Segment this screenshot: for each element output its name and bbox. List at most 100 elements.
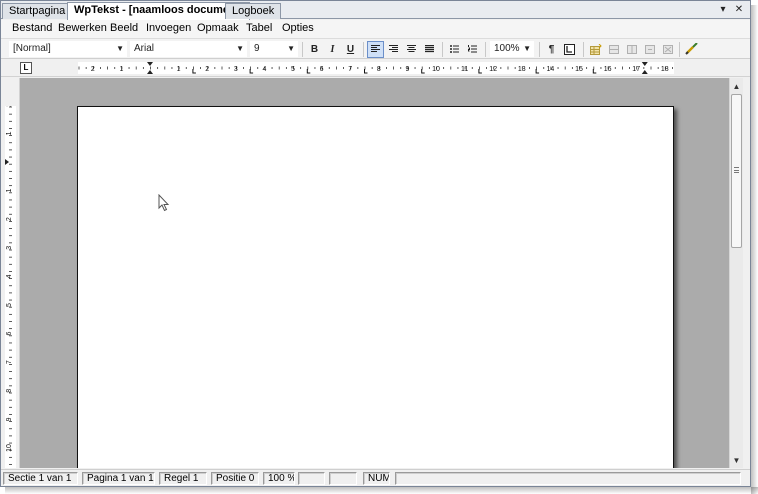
show-formatting-button[interactable]: ¶: [543, 41, 560, 58]
menu-tabel[interactable]: Tabel: [246, 22, 272, 34]
ruler-number: 1: [6, 189, 13, 193]
justify-button[interactable]: [421, 41, 438, 58]
format-painter-button[interactable]: [683, 41, 700, 58]
toolbar-separator: [485, 42, 486, 57]
font-size-combo[interactable]: 9 ▼: [250, 41, 298, 57]
chevron-down-icon[interactable]: ▼: [287, 42, 295, 56]
style-combo-value: [Normal]: [13, 43, 51, 54]
right-indent-icon[interactable]: [641, 70, 648, 74]
menu-bar: Bestand Bewerken Beeld Invoegen Opmaak T…: [1, 20, 750, 38]
font-combo[interactable]: Arial ▼: [130, 41, 247, 57]
ruler-number: 18: [661, 66, 669, 73]
document-page[interactable]: [77, 106, 674, 468]
ruler-number: 5: [6, 303, 13, 307]
tab-stop-selector[interactable]: L: [20, 62, 32, 74]
numbered-list-icon: [468, 45, 477, 53]
table-insert-column-button[interactable]: [623, 41, 640, 58]
scrollbar-thumb[interactable]: [731, 94, 742, 248]
close-tab-icon[interactable]: ✕: [732, 3, 746, 17]
align-right-icon: [389, 45, 398, 53]
document-canvas[interactable]: [20, 78, 729, 468]
chevron-down-icon[interactable]: ▼: [236, 42, 244, 56]
ruler-number: 16: [604, 66, 612, 73]
tab-wptekst[interactable]: WpTekst - [naamloos document]: [67, 2, 251, 20]
ruler-number: 2: [6, 217, 13, 221]
mouse-pointer-icon: [158, 194, 170, 212]
grip-icon: [734, 167, 739, 173]
ruler-number: 3: [234, 66, 238, 73]
chevron-down-icon[interactable]: ▼: [116, 42, 124, 56]
ruler-number: 10: [6, 444, 13, 452]
vertical-scrollbar[interactable]: ▲ ▼: [729, 78, 743, 468]
style-combo[interactable]: [Normal] ▼: [9, 41, 127, 57]
scroll-down-icon[interactable]: ▼: [730, 454, 743, 467]
horizontal-ruler-bar: L 2 1 1 2 3 4 5 6 7 8 9 10 11 12 13 14 15 16 17 18: [1, 59, 750, 77]
status-section: Sectie 1 van 1: [3, 472, 78, 485]
tab-stop-icon[interactable]: [306, 69, 311, 74]
page-border-button[interactable]: [561, 41, 578, 58]
ruler-number: 1: [177, 66, 181, 73]
insert-table-button[interactable]: [587, 41, 604, 58]
align-right-button[interactable]: [385, 41, 402, 58]
ruler-number: 2: [91, 66, 95, 73]
menu-opmaak[interactable]: Opmaak: [197, 22, 239, 34]
table-merge-cells-button[interactable]: [641, 41, 658, 58]
scroll-up-icon[interactable]: ▲: [730, 80, 743, 93]
menu-opties[interactable]: Opties: [282, 22, 314, 34]
menu-invoegen[interactable]: Invoegen: [146, 22, 191, 34]
vertical-ruler-bar: 2 1 1 2 3 4 5 6 7 8 9 10: [1, 78, 20, 468]
frame-icon: [564, 43, 575, 55]
justify-icon: [425, 45, 434, 53]
menu-bestand[interactable]: Bestand: [12, 22, 52, 34]
status-bar: Sectie 1 van 1 Pagina 1 van 1 Regel 1 Po…: [1, 469, 750, 486]
right-indent-icon[interactable]: [641, 62, 648, 66]
tab-stop-icon[interactable]: [364, 69, 368, 74]
table-icon: [589, 43, 602, 55]
left-indent-icon[interactable]: [147, 70, 153, 74]
ruler-number: 2: [6, 106, 13, 107]
chevron-down-icon[interactable]: ▼: [523, 42, 531, 56]
align-center-button[interactable]: [403, 41, 420, 58]
tab-stop-icon[interactable]: [592, 69, 597, 74]
table-insert-row-button[interactable]: [605, 41, 622, 58]
first-line-indent-icon[interactable]: [147, 62, 153, 66]
italic-button[interactable]: I: [324, 41, 341, 58]
ruler-number: 8: [6, 389, 13, 393]
align-left-icon: [371, 45, 380, 53]
table-delete-button[interactable]: [659, 41, 676, 58]
tab-stop-icon[interactable]: [478, 69, 482, 74]
tab-stop-icon[interactable]: [535, 69, 540, 74]
window-shadow: [5, 487, 758, 494]
bullet-list-button[interactable]: [446, 41, 463, 58]
align-center-icon: [407, 45, 416, 53]
status-page: Pagina 1 van 1: [82, 472, 155, 485]
tab-stop-icon[interactable]: [249, 69, 254, 74]
horizontal-ruler[interactable]: 2 1 1 2 3 4 5 6 7 8 9 10 11 12 13 14 15 16 17 18: [78, 62, 674, 74]
ruler-number: 14: [547, 66, 555, 73]
ruler-number: 8: [377, 66, 381, 73]
underline-button[interactable]: U: [342, 41, 359, 58]
toolbar-separator: [583, 42, 584, 57]
menu-beeld[interactable]: Beeld: [110, 22, 138, 34]
tab-startpagina[interactable]: Startpagina: [2, 3, 73, 19]
vertical-ruler[interactable]: 2 1 1 2 3 4 5 6 7 8 9 10: [5, 103, 16, 468]
window-shadow: [751, 5, 758, 494]
font-combo-value: Arial: [134, 43, 155, 54]
align-left-button[interactable]: [367, 41, 384, 58]
status-panel-empty: [329, 472, 357, 485]
menu-bewerken[interactable]: Bewerken: [58, 22, 107, 34]
zoom-combo[interactable]: 100% ▼: [490, 41, 534, 57]
toolbar-separator: [539, 42, 540, 57]
toolbar-separator: [363, 42, 364, 57]
bold-button[interactable]: B: [306, 41, 323, 58]
toolbar-separator: [442, 42, 443, 57]
tab-logboek[interactable]: Logboek: [225, 3, 282, 19]
tab-stop-icon[interactable]: [421, 69, 425, 74]
numbered-list-button[interactable]: [464, 41, 481, 58]
ruler-number: 13: [518, 66, 526, 73]
top-margin-icon[interactable]: [5, 159, 9, 165]
tab-list-dropdown-icon[interactable]: ▾: [716, 3, 730, 17]
tab-stop-icon[interactable]: [192, 69, 196, 74]
merge-cells-icon: [644, 44, 655, 54]
ruler-number: 9: [405, 66, 409, 73]
